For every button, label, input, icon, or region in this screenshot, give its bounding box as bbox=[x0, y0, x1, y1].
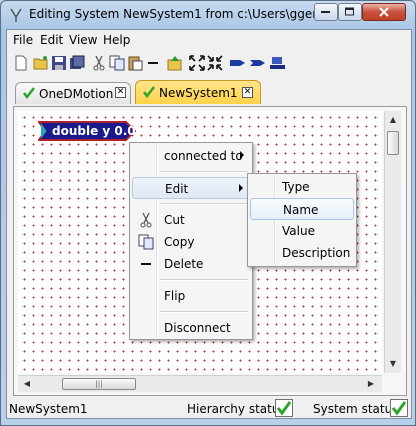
system-name: NewSystem1 bbox=[9, 402, 88, 416]
submenu-arrow-icon bbox=[239, 184, 243, 192]
cut-icon[interactable] bbox=[91, 55, 107, 71]
scroll-up-icon[interactable]: ▲ bbox=[386, 113, 400, 127]
menu-item-disconnect[interactable]: Disconnect bbox=[132, 317, 250, 339]
menu-bar: File Edit View Help bbox=[7, 30, 411, 50]
input-port-icon[interactable] bbox=[229, 55, 247, 71]
save-icon[interactable] bbox=[51, 55, 67, 71]
vertical-scrollbar[interactable]: ▲ ▼ bbox=[384, 111, 401, 373]
app-icon bbox=[10, 8, 22, 22]
menu-item-connected-to[interactable]: connected to bbox=[132, 145, 250, 167]
menu-separator bbox=[160, 203, 248, 205]
menu-item-label: Copy bbox=[164, 235, 195, 249]
tab-bar: OneDMotion ✕ NewSystem1 * ✕ bbox=[13, 80, 407, 106]
maximize-icon bbox=[345, 7, 354, 16]
menu-item-delete[interactable]: Delete bbox=[132, 253, 250, 275]
menu-item-edit[interactable]: Edit bbox=[132, 177, 250, 199]
new-file-icon[interactable] bbox=[13, 55, 29, 71]
minimize-button[interactable] bbox=[314, 3, 338, 21]
toolbar bbox=[7, 52, 411, 76]
status-bar: NewSystem1 Hierarchy status: System stat… bbox=[7, 398, 411, 418]
menu-file[interactable]: File bbox=[13, 33, 33, 47]
go-up-icon[interactable] bbox=[167, 55, 183, 71]
menu-item-label: Edit bbox=[165, 182, 189, 196]
menu-item-label: Value bbox=[282, 224, 315, 238]
submenu-item-type[interactable]: Type bbox=[250, 176, 354, 198]
expand-icon[interactable] bbox=[189, 55, 205, 71]
open-folder-icon[interactable] bbox=[33, 55, 49, 71]
menu-item-label: Description bbox=[282, 246, 351, 260]
menu-item-cut[interactable]: Cut bbox=[132, 209, 250, 231]
menu-item-label: Type bbox=[282, 180, 310, 194]
title-bar[interactable]: Editing System NewSystem1 from c:\Users\… bbox=[1, 1, 415, 29]
connect-icon[interactable] bbox=[269, 55, 287, 71]
submenu-item-description[interactable]: Description bbox=[250, 242, 354, 264]
tab-label: OneDMotion bbox=[39, 87, 114, 101]
menu-separator bbox=[160, 171, 248, 173]
menu-item-label: Delete bbox=[164, 257, 204, 271]
application-window: Editing System NewSystem1 from c:\Users\… bbox=[0, 0, 416, 426]
menu-view[interactable]: View bbox=[69, 33, 97, 47]
check-icon bbox=[143, 86, 155, 99]
horizontal-scrollbar[interactable]: ◀ ||| ▶ bbox=[18, 375, 382, 392]
menu-item-copy[interactable]: Copy bbox=[132, 231, 250, 253]
check-icon bbox=[23, 87, 35, 100]
minimize-icon bbox=[321, 11, 330, 13]
copy-icon bbox=[138, 234, 154, 250]
variable-block[interactable]: double y 0.0 bbox=[38, 121, 136, 141]
horizontal-scroll-thumb[interactable]: ||| bbox=[62, 378, 136, 390]
menu-separator bbox=[160, 279, 248, 281]
tab-close-icon[interactable]: ✕ bbox=[242, 87, 253, 98]
submenu-item-value[interactable]: Value bbox=[250, 220, 354, 242]
hierarchy-status-check-icon bbox=[275, 399, 293, 417]
menu-item-label: Flip bbox=[164, 289, 186, 303]
maximize-button[interactable] bbox=[338, 3, 362, 21]
tab-onedmotion[interactable]: OneDMotion ✕ bbox=[15, 82, 131, 104]
submenu-item-name[interactable]: Name bbox=[250, 198, 354, 220]
block-label: double y 0.0 bbox=[52, 124, 136, 138]
menu-edit[interactable]: Edit bbox=[40, 33, 63, 47]
vertical-scroll-thumb[interactable] bbox=[387, 131, 399, 155]
edit-submenu: Type Name Value Description bbox=[247, 173, 357, 267]
save-all-icon[interactable] bbox=[69, 55, 85, 71]
scroll-right-icon[interactable]: ▶ bbox=[364, 377, 378, 391]
delete-icon[interactable] bbox=[145, 55, 161, 71]
scroll-down-icon[interactable]: ▼ bbox=[386, 357, 400, 371]
menu-item-label: Name bbox=[283, 203, 319, 217]
context-menu: connected to Edit Cut Copy Delete Flip D… bbox=[129, 142, 253, 340]
close-button[interactable] bbox=[362, 3, 406, 21]
output-port-icon[interactable] bbox=[249, 55, 267, 71]
menu-separator bbox=[160, 311, 248, 313]
system-status-check-icon bbox=[390, 399, 408, 417]
menu-item-flip[interactable]: Flip bbox=[132, 285, 250, 307]
delete-icon bbox=[141, 263, 151, 265]
scroll-left-icon[interactable]: ◀ bbox=[20, 377, 34, 391]
tab-label: NewSystem1 * bbox=[159, 86, 248, 100]
menu-item-label: Cut bbox=[164, 213, 185, 227]
paste-icon[interactable] bbox=[127, 55, 143, 71]
submenu-arrow-icon bbox=[240, 151, 244, 159]
copy-icon[interactable] bbox=[109, 55, 125, 71]
tab-close-icon[interactable]: ✕ bbox=[115, 87, 126, 98]
tab-newsystem1[interactable]: NewSystem1 * ✕ bbox=[135, 80, 261, 104]
window-title: Editing System NewSystem1 from c:\Users\… bbox=[29, 7, 343, 21]
menu-item-label: connected to bbox=[164, 149, 243, 163]
close-icon bbox=[379, 7, 389, 17]
menu-item-label: Disconnect bbox=[164, 321, 231, 335]
collapse-icon[interactable] bbox=[207, 55, 223, 71]
menu-help[interactable]: Help bbox=[103, 33, 130, 47]
cut-icon bbox=[140, 212, 152, 228]
